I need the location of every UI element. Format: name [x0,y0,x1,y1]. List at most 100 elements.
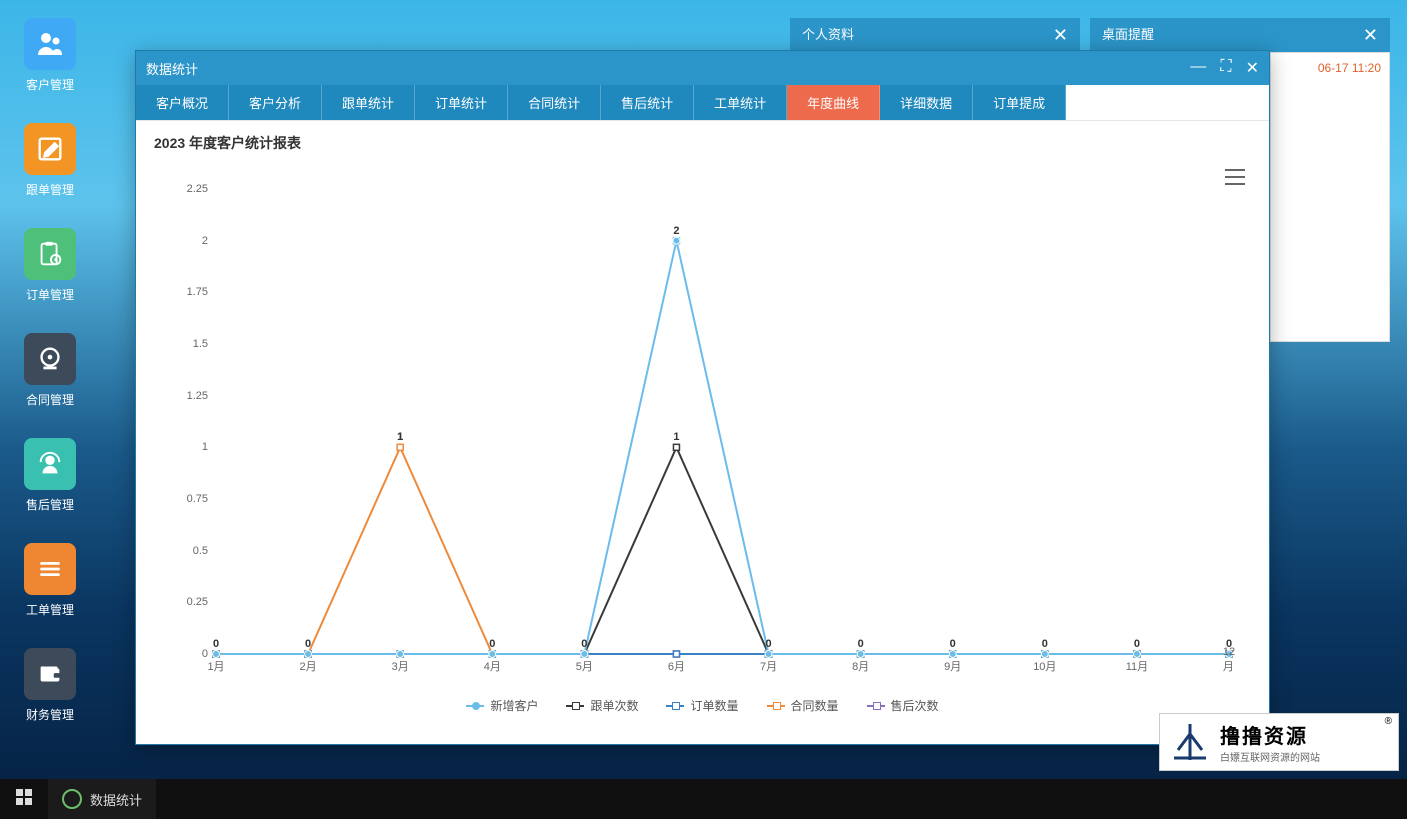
y-tick-label: 1.25 [176,390,208,402]
sidebar-item-customers[interactable]: 客户管理 [24,18,76,93]
minimize-icon[interactable]: — [1190,58,1206,78]
taskbar: 数据统计 [0,779,1407,819]
data-label: 0 [1134,638,1140,650]
data-label: 0 [305,638,311,650]
headset-icon [24,438,76,490]
sidebar-item-workorders[interactable]: 工单管理 [24,543,76,618]
disc-icon [24,333,76,385]
titlebar[interactable]: 数据统计 — ⛶ ✕ [136,51,1269,85]
clipboard-gear-icon [24,228,76,280]
x-tick-label: 1月 [207,658,224,674]
y-tick-label: 0.75 [176,493,208,505]
y-tick-label: 2.25 [176,183,208,195]
data-label: 2 [673,225,679,237]
sidebar-item-followup[interactable]: 跟单管理 [24,123,76,198]
tab-customer-analysis[interactable]: 客户分析 [229,85,322,120]
data-label: 1 [673,431,679,443]
legend-swatch-icon [867,705,885,707]
sidebar-label: 订单管理 [24,286,76,303]
tab-customer-overview[interactable]: 客户概况 [136,85,229,120]
sidebar-item-contracts[interactable]: 合同管理 [24,333,76,408]
sidebar-label: 跟单管理 [24,181,76,198]
reminder-panel-title: 桌面提醒 [1102,18,1154,52]
legend-label: 新增客户 [490,697,538,714]
tab-detail-data[interactable]: 详细数据 [880,85,973,120]
tab-aftersales-stats[interactable]: 售后统计 [601,85,694,120]
x-tick-label: 10月 [1033,658,1056,674]
chart-menu-icon[interactable] [1225,169,1245,185]
sidebar-label: 客户管理 [24,76,76,93]
watermark-reg: ® [1385,716,1392,727]
legend-swatch-icon [566,705,584,707]
legend-item[interactable]: 订单数量 [666,697,738,714]
chart-plot: 00.250.50.7511.251.51.7522.251月2月3月4月5月6… [216,189,1229,654]
sidebar-label: 合同管理 [24,391,76,408]
legend-label: 合同数量 [791,697,839,714]
close-icon[interactable]: ✕ [1246,58,1259,78]
sidebar-label: 财务管理 [24,706,76,723]
reminder-panel-body: 06-17 11:20 [1270,52,1390,342]
data-label: 0 [765,638,771,650]
tab-annual-curve[interactable]: 年度曲线 [787,85,880,120]
taskbar-app[interactable]: 数据统计 [48,779,156,819]
legend-item[interactable]: 合同数量 [767,697,839,714]
legend-swatch-icon [666,705,684,707]
watermark-logo-icon [1168,720,1212,764]
watermark: 撸撸资源 白嫖互联网资源的网站 ® [1159,713,1399,771]
legend-label: 售后次数 [891,697,939,714]
x-tick-label: 4月 [484,658,501,674]
watermark-title: 撸撸资源 [1220,720,1320,749]
profile-panel-header: 个人资料 ✕ [790,18,1080,52]
legend-swatch-icon [767,705,785,707]
tab-followup-stats[interactable]: 跟单统计 [322,85,415,120]
report-title: 2023 年度客户统计报表 [136,121,1269,159]
legend-label: 跟单次数 [590,697,638,714]
data-label: 0 [581,638,587,650]
y-tick-label: 1.75 [176,286,208,298]
y-tick-label: 0.25 [176,596,208,608]
legend-item[interactable]: 新增客户 [466,697,538,714]
y-tick-label: 0.5 [176,545,208,557]
tab-workorder-stats[interactable]: 工单统计 [694,85,787,120]
close-icon[interactable]: ✕ [1363,18,1378,52]
sidebar-item-orders[interactable]: 订单管理 [24,228,76,303]
chart-svg [216,189,1229,654]
start-button[interactable] [0,789,48,810]
legend-item[interactable]: 售后次数 [867,697,939,714]
tab-order-stats[interactable]: 订单统计 [415,85,508,120]
data-label: 0 [489,638,495,650]
maximize-icon[interactable]: ⛶ [1220,58,1231,78]
x-tick-label: 3月 [392,658,409,674]
data-label: 0 [1226,638,1232,650]
sidebar-item-aftersales[interactable]: 售后管理 [24,438,76,513]
wallet-icon [24,648,76,700]
taskbar-app-label: 数据统计 [90,790,142,809]
chart-area: 00.250.50.7511.251.51.7522.251月2月3月4月5月6… [136,159,1269,744]
watermark-subtitle: 白嫖互联网资源的网站 [1220,749,1320,764]
people-icon [24,18,76,70]
x-tick-label: 5月 [576,658,593,674]
sidebar: 客户管理 跟单管理 订单管理 合同管理 售后管理 工单管理 财务管理 [0,0,100,779]
data-label: 0 [213,638,219,650]
edit-icon [24,123,76,175]
stats-window: 数据统计 — ⛶ ✕ 客户概况 客户分析 跟单统计 订单统计 合同统计 售后统计… [135,50,1270,745]
y-tick-label: 0 [176,648,208,660]
tabs: 客户概况 客户分析 跟单统计 订单统计 合同统计 售后统计 工单统计 年度曲线 … [136,85,1269,121]
tab-order-commission[interactable]: 订单提成 [973,85,1066,120]
x-tick-label: 11月 [1126,658,1148,674]
x-tick-label: 6月 [668,658,685,674]
data-label: 0 [950,638,956,650]
data-label: 0 [858,638,864,650]
legend-item[interactable]: 跟单次数 [566,697,638,714]
chart-legend: 新增客户 跟单次数 订单数量 合同数量 售后次数 [136,696,1269,715]
x-tick-label: 2月 [300,658,317,674]
sidebar-item-finance[interactable]: 财务管理 [24,648,76,723]
sidebar-label: 工单管理 [24,601,76,618]
x-tick-label: 7月 [760,658,777,674]
window-title: 数据统计 [146,59,198,78]
close-icon[interactable]: ✕ [1053,18,1068,52]
tab-contract-stats[interactable]: 合同统计 [508,85,601,120]
x-tick-label: 12月 [1223,646,1235,674]
data-label: 1 [397,431,403,443]
sidebar-label: 售后管理 [24,496,76,513]
